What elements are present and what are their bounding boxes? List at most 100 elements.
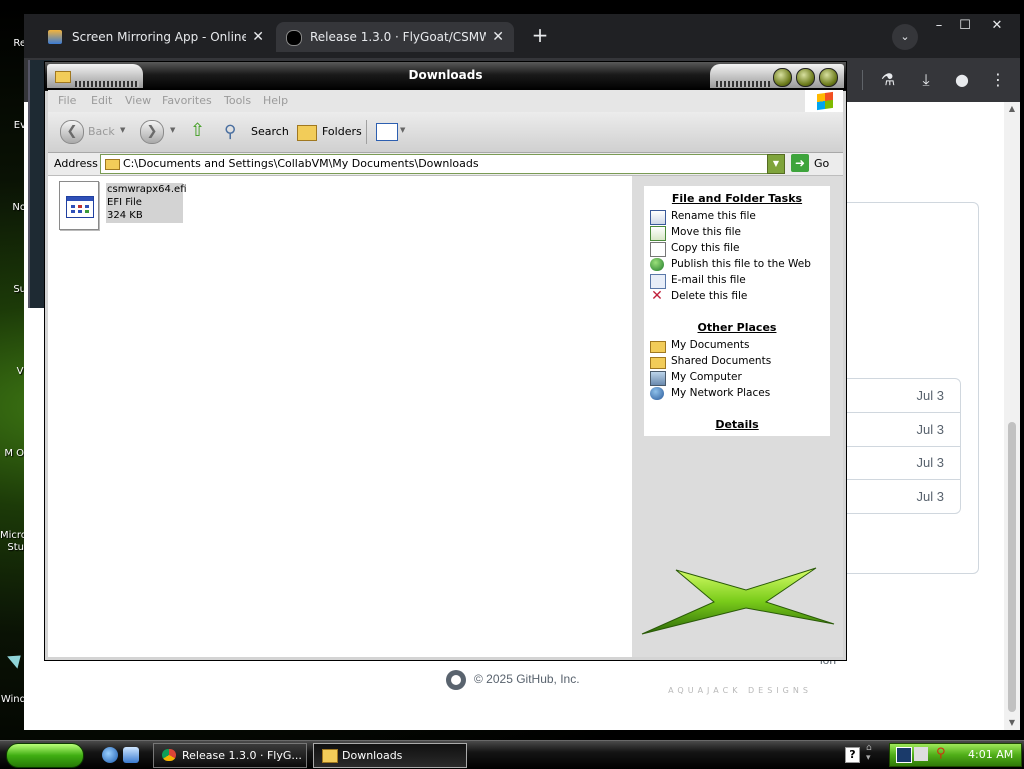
- toolbar-divider: [366, 120, 367, 144]
- folder-icon: [650, 341, 666, 353]
- folders-icon[interactable]: [297, 125, 317, 141]
- address-path: C:\Documents and Settings\CollabVM\My Do…: [123, 157, 479, 170]
- views-icon[interactable]: [376, 123, 398, 141]
- forward-dropdown-icon[interactable]: ▼: [170, 126, 175, 134]
- page-footer: © 2025 GitHub, Inc.: [446, 668, 580, 690]
- desktop-icon-label[interactable]: M O: [0, 448, 24, 460]
- other-places-heading[interactable]: Other Places: [644, 321, 830, 334]
- back-dropdown-icon[interactable]: ▼: [120, 126, 125, 134]
- search-button-label[interactable]: Search: [251, 121, 289, 143]
- file-folder-tasks-heading[interactable]: File and Folder Tasks: [644, 192, 830, 205]
- explorer-titlebar[interactable]: Downloads: [45, 62, 846, 91]
- menu-favorites[interactable]: Favorites: [162, 94, 212, 107]
- maximize-button[interactable]: ☐: [950, 16, 980, 36]
- address-dropdown-icon[interactable]: ▼: [767, 154, 785, 174]
- delete-icon: ✕: [651, 288, 663, 304]
- minimize-button[interactable]: [773, 68, 792, 87]
- menu-help[interactable]: Help: [263, 94, 288, 107]
- forward-arrow-icon[interactable]: ❯: [140, 120, 164, 144]
- window-title: Downloads: [408, 68, 483, 82]
- download-icon[interactable]: ⤓: [914, 68, 938, 92]
- chrome-icon: [162, 749, 176, 761]
- address-input[interactable]: C:\Documents and Settings\CollabVM\My Do…: [100, 154, 769, 174]
- file-size: 324 KB: [107, 210, 143, 221]
- browser-quicklaunch-icon[interactable]: [123, 747, 139, 763]
- tab-title: Screen Mirroring App - Online Rec: [72, 30, 246, 44]
- file-type: EFI File: [107, 197, 142, 208]
- page-scrollbar[interactable]: ▲ ▼: [1004, 102, 1020, 730]
- desktop-icon-label[interactable]: Wind: [0, 694, 26, 705]
- task-panel: File and Folder Tasks Rename this file M…: [644, 186, 830, 436]
- folder-icon: [322, 749, 338, 763]
- asset-date: Jul 3: [916, 455, 944, 470]
- internet-explorer-icon[interactable]: [102, 747, 118, 763]
- scroll-thumb[interactable]: [1008, 422, 1016, 712]
- address-label: Address: [54, 157, 98, 170]
- desktop-icon-label[interactable]: Su: [0, 284, 26, 295]
- search-icon[interactable]: ⚲: [224, 121, 246, 143]
- details-heading[interactable]: Details: [644, 418, 830, 431]
- menu-view[interactable]: View: [125, 94, 151, 107]
- file-list[interactable]: csmwrapx64.efi EFI File 324 KB: [48, 176, 632, 657]
- profile-icon[interactable]: ●: [950, 68, 974, 92]
- tab-strip: Screen Mirroring App - Online Rec ✕ Rele…: [24, 14, 1020, 58]
- search-tray-icon[interactable]: ⚲: [936, 747, 950, 761]
- network-icon: [650, 387, 664, 400]
- kebab-menu-icon[interactable]: ⋮: [986, 68, 1010, 92]
- menu-bar: File Edit View Favorites Tools Help: [48, 90, 843, 112]
- scroll-down-icon[interactable]: ▼: [1004, 716, 1020, 730]
- scroll-up-icon[interactable]: ▲: [1004, 102, 1020, 116]
- desktop-icon-label[interactable]: Re: [0, 38, 26, 49]
- close-button[interactable]: [819, 68, 838, 87]
- globe-icon: [650, 258, 664, 271]
- taskbar-button-chrome[interactable]: Release 1.3.0 · FlyG...: [153, 743, 307, 768]
- tray-expand-icon[interactable]: ⌂ ▾: [866, 743, 872, 763]
- start-button[interactable]: [6, 743, 84, 768]
- file-details[interactable]: csmwrapx64.efi EFI File 324 KB: [106, 183, 187, 223]
- desktop-icon-label[interactable]: Micro Stu: [0, 530, 24, 554]
- up-folder-icon[interactable]: ⇧: [190, 120, 210, 142]
- folders-button-label[interactable]: Folders: [322, 121, 362, 143]
- tab-screen-mirroring[interactable]: Screen Mirroring App - Online Rec ✕: [38, 22, 274, 52]
- tray-app-icon[interactable]: [914, 747, 928, 761]
- move-icon: [650, 226, 666, 241]
- desktop-icon-label[interactable]: No: [0, 202, 26, 213]
- go-arrow-icon[interactable]: ➜: [791, 154, 809, 172]
- flask-icon[interactable]: ⚗: [876, 68, 900, 92]
- back-button-label[interactable]: Back: [88, 121, 115, 143]
- address-bar: Address C:\Documents and Settings\Collab…: [48, 153, 843, 176]
- back-arrow-icon[interactable]: ❮: [60, 120, 84, 144]
- desktop-icon-label[interactable]: Vi: [0, 366, 26, 377]
- email-icon: [650, 274, 666, 289]
- menu-file[interactable]: File: [58, 94, 76, 107]
- menu-tools[interactable]: Tools: [224, 94, 251, 107]
- new-tab-button[interactable]: +: [526, 22, 554, 50]
- close-window-button[interactable]: ✕: [982, 16, 1012, 36]
- clock[interactable]: 4:01 AM: [968, 748, 1013, 761]
- tab-github-release[interactable]: Release 1.3.0 · FlyGoat/CSMWrap ✕: [276, 22, 514, 52]
- explorer-window: Downloads File Edit View Favorites Tools…: [45, 62, 846, 695]
- github-favicon-icon: [286, 30, 302, 46]
- tab-close-icon[interactable]: ✕: [252, 22, 264, 52]
- taskbar-button-downloads[interactable]: Downloads: [313, 743, 467, 768]
- system-tray: ⚲ 4:01 AM: [889, 743, 1022, 767]
- help-icon[interactable]: ?: [845, 747, 860, 763]
- task-pane: File and Folder Tasks Rename this file M…: [632, 176, 843, 695]
- go-button-label[interactable]: Go: [814, 157, 829, 170]
- folder-icon: [105, 159, 120, 170]
- github-logo-icon[interactable]: [446, 669, 466, 690]
- efi-file-icon[interactable]: [59, 181, 99, 230]
- tab-search-dropdown-icon[interactable]: ⌄: [892, 24, 918, 50]
- tab-close-icon[interactable]: ✕: [492, 22, 504, 52]
- taskbar: Release 1.3.0 · FlyG... Downloads ? ⌂ ▾ ⚲…: [0, 740, 1024, 769]
- menu-edit[interactable]: Edit: [91, 94, 112, 107]
- rename-icon: [650, 210, 666, 225]
- network-tray-icon[interactable]: [896, 747, 912, 763]
- copyright-text: © 2025 GitHub, Inc.: [474, 672, 580, 686]
- desktop-icon-label[interactable]: Ev: [0, 120, 26, 131]
- folder-icon: [650, 357, 666, 369]
- views-dropdown-icon[interactable]: ▼: [400, 126, 405, 134]
- brand-text: AQUAJACK DESIGNS: [668, 686, 812, 695]
- tab-title: Release 1.3.0 · FlyGoat/CSMWrap: [310, 30, 486, 44]
- maximize-button[interactable]: [796, 68, 815, 87]
